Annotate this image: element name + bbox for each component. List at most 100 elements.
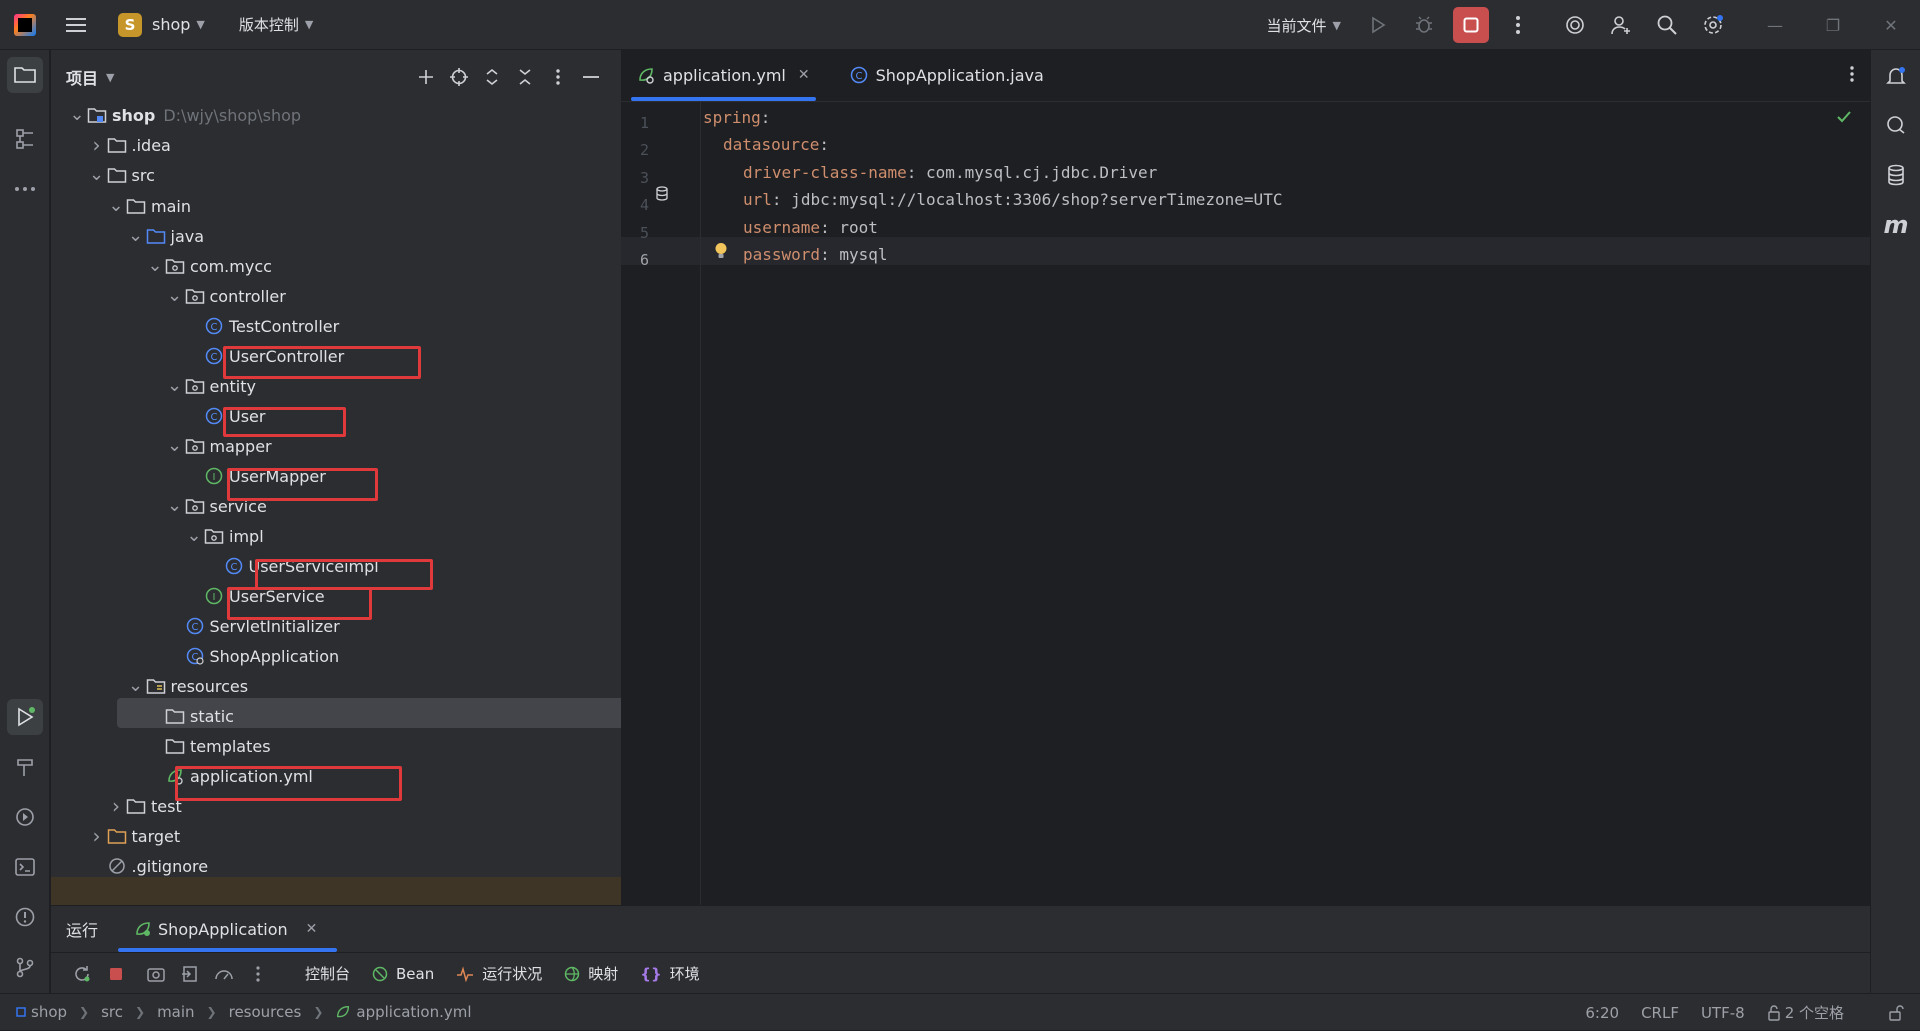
chevron-down-icon[interactable]: ⌄	[87, 166, 107, 184]
line-separator[interactable]: CRLF	[1641, 1004, 1679, 1022]
git-branch-icon[interactable]	[7, 949, 43, 985]
tree-item[interactable]: ⌄ service	[165, 491, 267, 521]
mappings-tab[interactable]: 映射	[564, 963, 618, 984]
run-tab-shopapplication[interactable]: ShopApplication ✕	[117, 906, 338, 952]
tab-application-yml[interactable]: application.yml ✕	[621, 49, 822, 101]
tree-item[interactable]: C UserController	[184, 341, 344, 371]
screenshot-camera-icon[interactable]	[139, 966, 173, 982]
chevron-down-icon[interactable]: ⌄	[67, 106, 87, 124]
locate-target-icon[interactable]	[442, 67, 475, 87]
chevron-down-icon[interactable]: ⌄	[126, 677, 146, 695]
main-menu-icon[interactable]	[62, 11, 90, 39]
indent-setting[interactable]: 2 个空格	[1767, 1002, 1866, 1023]
more-options-icon[interactable]	[241, 965, 275, 982]
stop-icon[interactable]	[99, 966, 133, 982]
profiler-gauge-icon[interactable]	[207, 965, 241, 983]
datasource-gutter-icon[interactable]	[655, 186, 671, 202]
tree-item[interactable]: static	[145, 701, 234, 731]
tree-item[interactable]: ⌄ java	[126, 221, 204, 251]
chevron-down-icon[interactable]: ⌄	[165, 287, 185, 305]
intellij-logo-icon[interactable]	[14, 13, 36, 36]
tree-item[interactable]: ⌄ controller	[165, 281, 286, 311]
tree-item[interactable]: C ShopApplication	[165, 641, 339, 671]
tree-item[interactable]: ⌄ main	[106, 191, 191, 221]
ai-assistant-icon[interactable]	[1557, 7, 1593, 43]
panel-options-icon[interactable]	[541, 69, 574, 85]
tree-item[interactable]: ⌄ shop D:\wjy\shop\shop	[67, 100, 301, 130]
breadcrumb-item[interactable]: src	[101, 1003, 123, 1021]
tree-item[interactable]: › target	[87, 821, 181, 851]
tree-item[interactable]: application.yml	[145, 761, 313, 791]
exit-icon[interactable]	[173, 965, 207, 983]
chevron-right-icon[interactable]: ›	[106, 794, 126, 818]
run-config-selector[interactable]: 当前文件 ▼	[1267, 15, 1341, 36]
settings-gear-icon[interactable]	[1695, 7, 1731, 43]
health-tab[interactable]: 运行状况	[456, 963, 542, 984]
close-tab-icon[interactable]: ✕	[798, 67, 810, 83]
tab-shopapplication-java[interactable]: C ShopApplication.java	[834, 49, 1056, 101]
tree-item[interactable]: I UserMapper	[184, 461, 326, 491]
tree-item[interactable]: ⌄ entity	[165, 371, 256, 401]
console-tab[interactable]: 控制台	[305, 963, 350, 984]
project-panel-title[interactable]: 项目	[66, 65, 98, 89]
debug-icon[interactable]	[1406, 7, 1442, 43]
problems-icon[interactable]	[7, 899, 43, 935]
close-window-icon[interactable]: ✕	[1862, 0, 1920, 50]
tree-item[interactable]: ⌄ resources	[126, 671, 248, 701]
database-icon[interactable]	[1878, 157, 1914, 193]
project-folder-icon[interactable]	[7, 57, 43, 93]
chevron-down-icon[interactable]: ⌄	[126, 227, 146, 245]
tree-item[interactable]: ⌄ impl	[184, 521, 263, 551]
terminal-icon[interactable]	[7, 849, 43, 885]
tree-item[interactable]: ⌄ com.mycc	[145, 251, 271, 281]
tree-item[interactable]: › test	[106, 791, 182, 821]
notifications-bell-icon[interactable]	[1878, 58, 1914, 94]
tree-item[interactable]: ⌄ mapper	[165, 431, 272, 461]
chevron-right-icon[interactable]: ›	[87, 133, 107, 157]
ai-chat-icon[interactable]	[1878, 107, 1914, 143]
stop-button[interactable]	[1453, 7, 1489, 43]
tab-options-icon[interactable]	[1850, 66, 1854, 82]
no-problems-check-icon[interactable]	[1836, 110, 1852, 124]
chevron-down-icon[interactable]: ⌄	[145, 257, 165, 275]
beans-tab[interactable]: Bean	[372, 965, 434, 983]
tree-item[interactable]: C TestController	[184, 311, 339, 341]
run-icon[interactable]	[1360, 7, 1396, 43]
breadcrumb-item[interactable]: main	[157, 1003, 194, 1021]
tree-item[interactable]: C User	[184, 401, 265, 431]
lightbulb-icon[interactable]	[714, 242, 728, 260]
rerun-icon[interactable]	[65, 965, 99, 983]
restore-window-icon[interactable]: ❐	[1804, 0, 1862, 50]
chevron-right-icon[interactable]: ›	[87, 824, 107, 848]
chevron-down-icon[interactable]: ⌄	[165, 497, 185, 515]
more-tools-icon[interactable]	[7, 171, 43, 207]
tree-item[interactable]: templates	[145, 731, 271, 761]
structure-icon[interactable]	[7, 121, 43, 157]
run-tool-icon[interactable]	[7, 699, 43, 735]
tree-item[interactable]: .gitignore	[87, 851, 208, 881]
tree-item[interactable]: ⌄ src	[87, 160, 155, 190]
environment-tab[interactable]: {} 环境	[640, 963, 699, 984]
minimize-window-icon[interactable]: —	[1746, 0, 1804, 50]
services-icon[interactable]	[7, 799, 43, 835]
add-user-icon[interactable]	[1603, 7, 1639, 43]
tree-item[interactable]: › .idea	[87, 130, 171, 160]
hide-panel-icon[interactable]	[574, 75, 607, 79]
close-tab-icon[interactable]: ✕	[306, 921, 318, 937]
more-actions-icon[interactable]	[1500, 7, 1536, 43]
search-icon[interactable]	[1649, 7, 1685, 43]
build-hammer-icon[interactable]	[7, 749, 43, 785]
tree-item[interactable]: C UserServiceimpl	[204, 551, 379, 581]
chevron-down-icon[interactable]: ⌄	[165, 377, 185, 395]
caret-position[interactable]: 6:20	[1585, 1004, 1619, 1022]
tree-item[interactable]: C ServletInitializer	[165, 611, 340, 641]
maven-icon[interactable]: m	[1878, 207, 1914, 243]
tree-item[interactable]: I UserService	[184, 581, 325, 611]
chevron-down-icon[interactable]: ▼	[106, 71, 114, 84]
project-selector[interactable]: S shop ▼	[112, 9, 211, 41]
vcs-menu[interactable]: 版本控制 ▼	[239, 14, 313, 35]
add-icon[interactable]	[409, 68, 442, 86]
chevron-down-icon[interactable]: ⌄	[165, 437, 185, 455]
breadcrumb-item[interactable]: application.yml	[335, 1003, 472, 1021]
file-encoding[interactable]: UTF-8	[1701, 1004, 1745, 1022]
